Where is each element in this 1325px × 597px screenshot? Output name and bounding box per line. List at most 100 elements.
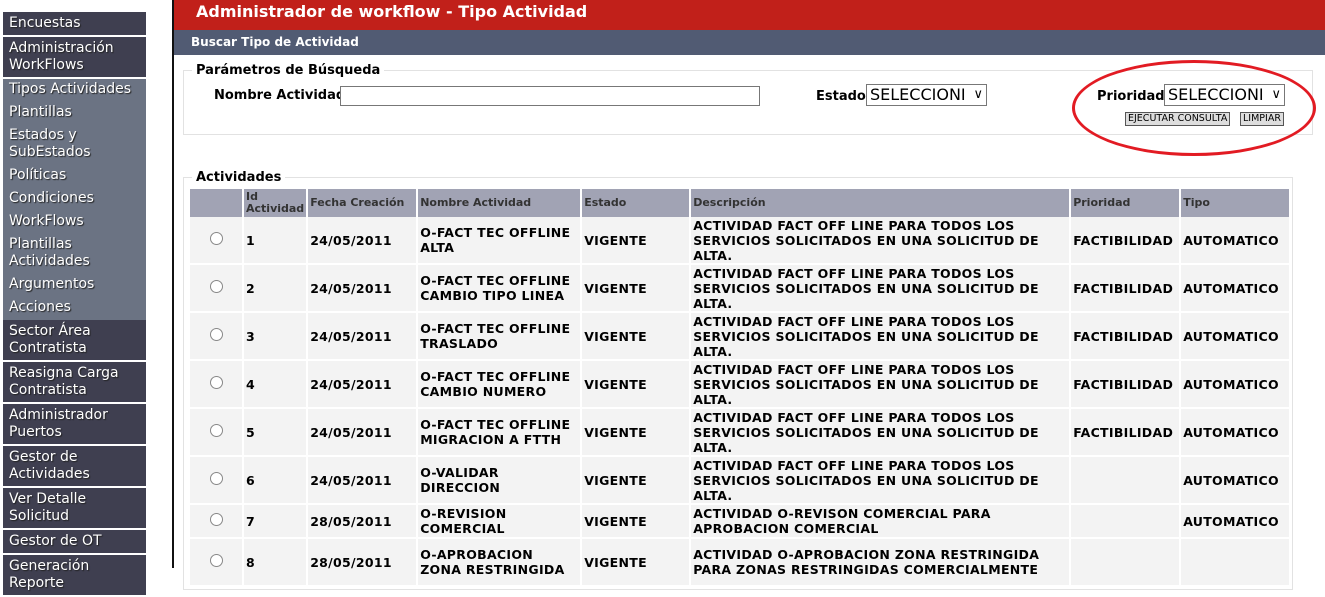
table-cell: 24/05/2011 bbox=[308, 409, 419, 457]
divider bbox=[172, 0, 174, 568]
sidebar-item[interactable]: Estados y SubEstados bbox=[3, 125, 146, 165]
sidebar-item[interactable]: Tipos Actividades bbox=[3, 79, 146, 102]
column-header: Prioridad bbox=[1071, 189, 1182, 217]
row-select-cell bbox=[190, 539, 244, 587]
estado-select[interactable]: SELECCIONI ∨ bbox=[866, 84, 987, 106]
table-cell: 1 bbox=[244, 217, 309, 265]
table-cell: FACTIBILIDAD bbox=[1071, 217, 1182, 265]
table-cell: 6 bbox=[244, 457, 309, 505]
table-cell: O-REVISION COMERCIAL bbox=[418, 505, 583, 539]
section-title: Buscar Tipo de Actividad bbox=[174, 30, 1325, 55]
table-cell: FACTIBILIDAD bbox=[1071, 313, 1182, 361]
row-radio[interactable] bbox=[209, 424, 223, 437]
table-row: 3 24/05/2011 O-FACT TEC OFFLINE TRASLADO VI… bbox=[190, 313, 1292, 361]
chevron-down-icon: ∨ bbox=[973, 87, 983, 102]
table-cell: ACTIVIDAD O-REVISON COMERCIAL PARA APROB… bbox=[691, 505, 1072, 539]
sidebar-item[interactable]: WorkFlows bbox=[3, 211, 146, 234]
column-header: Id Actividad bbox=[244, 189, 309, 217]
sidebar-item[interactable]: Gestor de OT bbox=[3, 530, 146, 555]
table-cell: FACTIBILIDAD bbox=[1071, 361, 1182, 409]
table-cell: FACTIBILIDAD bbox=[1071, 265, 1182, 313]
sidebar-item[interactable]: Ver Detalle Solicitud bbox=[3, 488, 146, 530]
row-radio[interactable] bbox=[209, 513, 223, 526]
sidebar-item[interactable]: Plantillas bbox=[3, 102, 146, 125]
table-cell: 24/05/2011 bbox=[308, 313, 419, 361]
table-cell: O-VALIDAR DIRECCION bbox=[418, 457, 583, 505]
row-radio[interactable] bbox=[209, 554, 223, 567]
table-cell: VIGENTE bbox=[582, 313, 692, 361]
estado-label: Estado bbox=[816, 89, 866, 104]
prioridad-select[interactable]: SELECCIONI ∨ bbox=[1164, 84, 1285, 106]
table-cell: 28/05/2011 bbox=[308, 539, 419, 587]
sidebar-item[interactable]: Encuestas bbox=[3, 12, 146, 37]
table-cell: VIGENTE bbox=[582, 361, 692, 409]
row-radio[interactable] bbox=[209, 328, 223, 341]
table-cell: VIGENTE bbox=[582, 457, 692, 505]
nombre-actividad-label: Nombre Actividad bbox=[214, 88, 346, 103]
table-cell: O-FACT TEC OFFLINE CAMBIO TIPO LINEA bbox=[418, 265, 583, 313]
row-select-cell bbox=[190, 313, 244, 361]
table-cell: 24/05/2011 bbox=[308, 457, 419, 505]
column-header bbox=[190, 189, 244, 217]
sidebar-item[interactable]: Gestor de Actividades bbox=[3, 446, 146, 488]
table-cell bbox=[1071, 539, 1182, 587]
nombre-actividad-input[interactable] bbox=[340, 86, 760, 106]
table-cell: O-FACT TEC OFFLINE ALTA bbox=[418, 217, 583, 265]
table-cell: AUTOMATICO bbox=[1181, 265, 1292, 313]
row-radio[interactable] bbox=[209, 376, 223, 389]
column-header: Descripción bbox=[691, 189, 1072, 217]
table-cell: AUTOMATICO bbox=[1181, 217, 1292, 265]
table-cell: 28/05/2011 bbox=[308, 505, 419, 539]
search-legend: Parámetros de Búsqueda bbox=[196, 63, 381, 78]
sidebar-item[interactable]: Políticas bbox=[3, 165, 146, 188]
table-cell: 8 bbox=[244, 539, 309, 587]
table-cell bbox=[1071, 505, 1182, 539]
sidebar-item[interactable]: Generación Reporte bbox=[3, 555, 146, 597]
table-cell: O-FACT TEC OFFLINE TRASLADO bbox=[418, 313, 583, 361]
row-radio[interactable] bbox=[209, 280, 223, 293]
sidebar-item[interactable]: Acciones bbox=[3, 297, 146, 320]
table-cell: AUTOMATICO bbox=[1181, 409, 1292, 457]
sidebar-item[interactable]: Administrador Puertos bbox=[3, 404, 146, 446]
table-cell: ACTIVIDAD O-APROBACION ZONA RESTRINGIDA … bbox=[691, 539, 1072, 587]
sidebar-item[interactable]: Sector Área Contratista bbox=[3, 320, 146, 362]
chevron-down-icon: ∨ bbox=[1271, 87, 1281, 102]
row-select-cell bbox=[190, 409, 244, 457]
clear-button[interactable]: LIMPIAR bbox=[1240, 112, 1284, 126]
table-cell: ACTIVIDAD FACT OFF LINE PARA TODOS LOS S… bbox=[691, 361, 1072, 409]
estado-value: SELECCIONI bbox=[870, 85, 966, 104]
sidebar-item[interactable]: Condiciones bbox=[3, 188, 146, 211]
row-radio[interactable] bbox=[209, 472, 223, 485]
sidebar-item[interactable]: Plantillas Actividades bbox=[3, 234, 146, 274]
execute-query-button[interactable]: EJECUTAR CONSULTA bbox=[1125, 112, 1231, 126]
activities-legend: Actividades bbox=[196, 170, 282, 185]
table-cell: ACTIVIDAD FACT OFF LINE PARA TODOS LOS S… bbox=[691, 313, 1072, 361]
table-cell: ACTIVIDAD FACT OFF LINE PARA TODOS LOS S… bbox=[691, 409, 1072, 457]
row-select-cell bbox=[190, 217, 244, 265]
sidebar-item[interactable]: Administración WorkFlows bbox=[3, 37, 146, 79]
column-header: Tipo bbox=[1181, 189, 1292, 217]
table-cell: 5 bbox=[244, 409, 309, 457]
table-cell: O-APROBACION ZONA RESTRINGIDA bbox=[418, 539, 583, 587]
table-row: 4 24/05/2011 O-FACT TEC OFFLINE CAMBIO NUM… bbox=[190, 361, 1292, 409]
table-cell: 24/05/2011 bbox=[308, 361, 419, 409]
table-cell: VIGENTE bbox=[582, 505, 692, 539]
column-header: Fecha Creación bbox=[308, 189, 419, 217]
table-cell: VIGENTE bbox=[582, 265, 692, 313]
table-cell: O-FACT TEC OFFLINE CAMBIO NUMERO bbox=[418, 361, 583, 409]
row-radio[interactable] bbox=[209, 232, 223, 245]
sidebar-item[interactable]: Argumentos bbox=[3, 274, 146, 297]
table-cell: ACTIVIDAD FACT OFF LINE PARA TODOS LOS S… bbox=[691, 265, 1072, 313]
table-cell bbox=[1071, 457, 1182, 505]
table-row: 6 24/05/2011 O-VALIDAR DIRECCION VIGENTE ACT… bbox=[190, 457, 1292, 505]
sidebar-item[interactable]: Reasigna Carga Contratista bbox=[3, 362, 146, 404]
table-cell: 7 bbox=[244, 505, 309, 539]
table-cell: 4 bbox=[244, 361, 309, 409]
table-row: 8 28/05/2011 O-APROBACION ZONA RESTRINGIDA… bbox=[190, 539, 1292, 587]
row-select-cell bbox=[190, 265, 244, 313]
table-cell: ACTIVIDAD FACT OFF LINE PARA TODOS LOS S… bbox=[691, 217, 1072, 265]
table-cell: 2 bbox=[244, 265, 309, 313]
table-cell: O-FACT TEC OFFLINE MIGRACION A FTTH bbox=[418, 409, 583, 457]
column-header: Nombre Actividad bbox=[418, 189, 583, 217]
table-row: 7 28/05/2011 O-REVISION COMERCIAL VIGENTE AC… bbox=[190, 505, 1292, 539]
